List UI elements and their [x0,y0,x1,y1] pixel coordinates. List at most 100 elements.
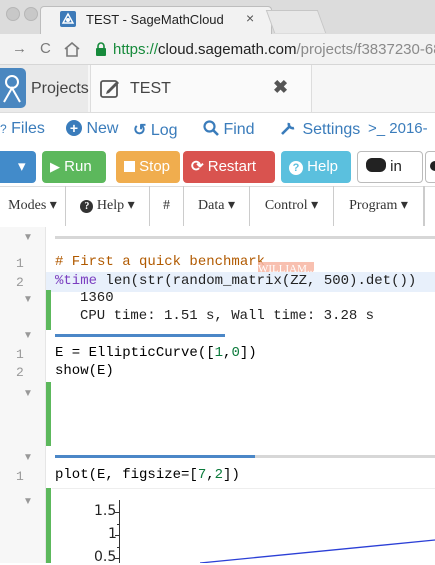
cell-separator [55,236,435,239]
control-menu[interactable]: Control ▾ [250,186,334,226]
fold-triangle-icon[interactable]: ▼ [23,496,33,507]
refresh-icon: ⟳ [191,158,204,175]
toggle-input-button[interactable]: in [357,151,423,183]
toggle-input-label: in [390,158,402,175]
line-number: 1 [16,256,24,271]
chevron-down-icon: ▾ [18,158,26,175]
code-line[interactable]: # First a quick benchmark [55,254,265,270]
lock-icon [96,42,106,56]
test-project-tab-label: TEST [130,80,171,97]
code-number: 7 [197,467,207,483]
code-number: 0 [231,345,240,361]
new-tab-button[interactable] [265,10,327,33]
elliptic-curve-plot [200,539,435,563]
search-icon [203,120,219,136]
hash-menu[interactable]: # [150,186,184,226]
more-menu[interactable] [424,186,435,226]
code-text: E = EllipticCurve([ [55,345,215,361]
fold-triangle-icon[interactable]: ▼ [23,294,33,305]
code-text: plot(E, figsize=[ [55,467,198,483]
sagemath-logo-icon [0,68,26,108]
fold-triangle-icon[interactable]: ▼ [23,452,33,463]
sagemath-favicon-icon [60,11,76,27]
browser-tab-close-icon[interactable]: × [246,10,254,26]
plot-tick-label: 1.5 [94,503,117,519]
history-icon: ↺ [133,122,147,139]
home-icon[interactable] [64,42,80,57]
stop-icon [124,161,135,172]
help-button[interactable]: ? Help [281,151,351,183]
code-line[interactable]: %time len(str(random_matrix(ZZ, 500).det… [55,273,416,289]
toggle-icon-2 [430,161,435,171]
line-number: 2 [16,365,24,380]
fold-triangle-icon[interactable]: ▼ [23,330,33,341]
play-icon: ▶ [50,159,60,174]
code-line[interactable]: show(E) [55,363,114,379]
cell-separator [55,455,255,458]
files-link-label: Files [11,120,45,137]
address-bar[interactable]: https://cloud.sagemath.com/projects/f383… [113,41,435,58]
settings-link-label: Settings [302,121,361,138]
files-link[interactable]: ? Files [0,120,45,138]
output-bar [46,382,51,446]
projects-tab-label: Projects [31,80,89,97]
log-link-label: Log [150,122,178,139]
code-number: 1 [214,345,224,361]
data-menu[interactable]: Data ▾ [184,186,250,226]
restart-button-label: Restart [207,158,257,175]
line-number: 1 [16,469,24,484]
terminal-link[interactable]: >_ 2016- [368,120,428,137]
program-menu[interactable]: Program ▾ [334,186,424,226]
plot-tick-label: 1 [108,526,117,542]
magic-keyword: %time [55,273,98,289]
help-button-label: Help [307,158,339,175]
browser-tab-title: TEST - SageMathCloud [86,12,224,27]
save-dropdown-button[interactable]: ▾ [0,151,36,183]
run-button-label: Run [64,158,92,175]
help-menu-label: Help ▾ [96,198,135,213]
code-text: len(str(random_matrix(ZZ, 500).det()) [97,273,417,289]
modes-menu[interactable]: Modes ▾ [0,186,66,226]
close-tab-icon[interactable]: ✖ [273,77,288,98]
url-protocol: https:// [113,41,159,58]
new-link-label: New [86,120,119,137]
plot-minor-tick [117,524,119,525]
help-menu[interactable]: ? Help ▾ [66,186,150,226]
wrench-icon [281,122,295,135]
back-arrow-icon[interactable]: → [12,40,27,57]
find-link[interactable]: Find [203,120,255,139]
plus-circle-icon: + [66,120,82,136]
stop-button[interactable]: Stop [116,151,180,183]
line-number: 1 [16,347,24,362]
url-host: cloud.sagemath.com [158,41,297,58]
code-line[interactable]: E = EllipticCurve([1,0]) [55,345,257,361]
code-line[interactable]: plot(E, figsize=[7,2]) [55,467,240,483]
window-minimize-button[interactable] [24,7,38,21]
cell-divider [52,488,435,489]
code-text: , [206,467,215,483]
plot-minor-tick [117,547,119,548]
new-link[interactable]: + New [66,120,118,138]
edit-icon [100,80,119,98]
run-button[interactable]: ▶ Run [42,151,106,183]
question-circle-icon: ? [80,200,94,213]
chevron-right-icon: ? [0,122,7,136]
cell-separator [55,334,225,337]
reload-icon[interactable]: C [40,40,51,57]
code-text: ]) [223,467,240,483]
question-circle-icon: ? [289,161,303,175]
fold-triangle-icon[interactable]: ▼ [23,232,33,243]
cell-separator [255,455,435,458]
code-text: ]) [239,345,257,361]
fold-triangle-icon[interactable]: ▼ [23,388,33,399]
line-number: 2 [16,275,24,290]
log-link[interactable]: ↺ Log [133,120,178,140]
settings-link[interactable]: Settings [280,120,360,139]
output-bar [46,290,51,330]
toggle-icon [366,158,386,172]
output-bar [46,488,51,563]
restart-button[interactable]: ⟳ Restart [183,151,275,183]
plot-y-axis [119,500,120,563]
window-close-button[interactable] [6,7,20,21]
toggle-output-button[interactable] [425,151,435,183]
